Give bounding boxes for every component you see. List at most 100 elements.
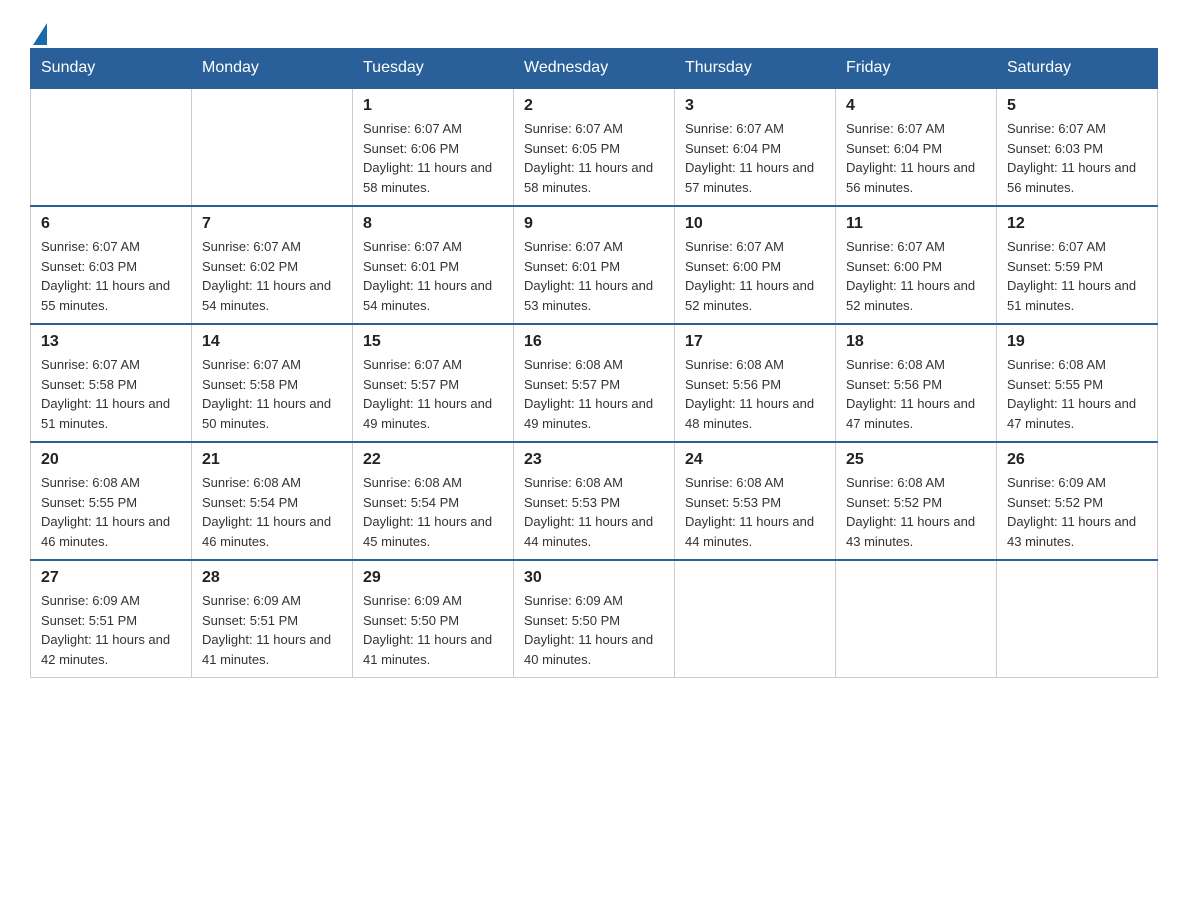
calendar-cell: 7 Sunrise: 6:07 AMSunset: 6:02 PMDaylight… xyxy=(192,206,353,324)
calendar-week-row: 20 Sunrise: 6:08 AMSunset: 5:55 PMDayligh… xyxy=(31,442,1158,560)
calendar-cell: 10 Sunrise: 6:07 AMSunset: 6:00 PMDayligh… xyxy=(675,206,836,324)
day-info: Sunrise: 6:09 AMSunset: 5:51 PMDaylight:… xyxy=(41,591,181,669)
day-number: 3 xyxy=(685,97,825,115)
day-number: 4 xyxy=(846,97,986,115)
day-info: Sunrise: 6:09 AMSunset: 5:52 PMDaylight:… xyxy=(1007,473,1147,551)
day-info: Sunrise: 6:09 AMSunset: 5:50 PMDaylight:… xyxy=(363,591,503,669)
calendar-cell: 18 Sunrise: 6:08 AMSunset: 5:56 PMDayligh… xyxy=(836,324,997,442)
day-number: 22 xyxy=(363,451,503,469)
calendar-cell: 6Sunrise: 6:07 AMSunset: 6:03 PMDaylight… xyxy=(31,206,192,324)
day-number: 21 xyxy=(202,451,342,469)
calendar-cell: 12 Sunrise: 6:07 AMSunset: 5:59 PMDayligh… xyxy=(997,206,1158,324)
calendar-cell: 2 Sunrise: 6:07 AMSunset: 6:05 PMDaylight… xyxy=(514,88,675,206)
day-info: Sunrise: 6:07 AMSunset: 6:02 PMDaylight:… xyxy=(202,237,342,315)
day-number: 30 xyxy=(524,569,664,587)
day-info: Sunrise: 6:08 AMSunset: 5:57 PMDaylight:… xyxy=(524,355,664,433)
day-info: Sunrise: 6:08 AMSunset: 5:56 PMDaylight:… xyxy=(685,355,825,433)
day-number: 20 xyxy=(41,451,181,469)
weekday-header-friday: Friday xyxy=(836,49,997,89)
day-number: 1 xyxy=(363,97,503,115)
calendar-cell xyxy=(997,560,1158,678)
weekday-header-wednesday: Wednesday xyxy=(514,49,675,89)
weekday-header-sunday: Sunday xyxy=(31,49,192,89)
day-number: 25 xyxy=(846,451,986,469)
calendar-cell: 5 Sunrise: 6:07 AMSunset: 6:03 PMDaylight… xyxy=(997,88,1158,206)
day-number: 28 xyxy=(202,569,342,587)
calendar-cell: 19Sunrise: 6:08 AMSunset: 5:55 PMDayligh… xyxy=(997,324,1158,442)
calendar-table: SundayMondayTuesdayWednesdayThursdayFrid… xyxy=(30,48,1158,678)
day-info: Sunrise: 6:08 AMSunset: 5:56 PMDaylight:… xyxy=(846,355,986,433)
day-number: 2 xyxy=(524,97,664,115)
calendar-week-row: 13 Sunrise: 6:07 AMSunset: 5:58 PMDayligh… xyxy=(31,324,1158,442)
calendar-cell: 13 Sunrise: 6:07 AMSunset: 5:58 PMDayligh… xyxy=(31,324,192,442)
day-info: Sunrise: 6:07 AMSunset: 6:05 PMDaylight:… xyxy=(524,119,664,197)
day-info: Sunrise: 6:07 AMSunset: 5:58 PMDaylight:… xyxy=(202,355,342,433)
day-info: Sunrise: 6:08 AMSunset: 5:54 PMDaylight:… xyxy=(202,473,342,551)
calendar-cell: 27 Sunrise: 6:09 AMSunset: 5:51 PMDayligh… xyxy=(31,560,192,678)
calendar-cell: 24 Sunrise: 6:08 AMSunset: 5:53 PMDayligh… xyxy=(675,442,836,560)
calendar-cell: 16 Sunrise: 6:08 AMSunset: 5:57 PMDayligh… xyxy=(514,324,675,442)
day-number: 29 xyxy=(363,569,503,587)
logo xyxy=(30,20,47,38)
day-info: Sunrise: 6:07 AMSunset: 6:01 PMDaylight:… xyxy=(524,237,664,315)
day-info: Sunrise: 6:08 AMSunset: 5:53 PMDaylight:… xyxy=(685,473,825,551)
calendar-cell: 30 Sunrise: 6:09 AMSunset: 5:50 PMDayligh… xyxy=(514,560,675,678)
day-number: 5 xyxy=(1007,97,1147,115)
calendar-cell: 26 Sunrise: 6:09 AMSunset: 5:52 PMDayligh… xyxy=(997,442,1158,560)
day-number: 11 xyxy=(846,215,986,233)
page-header xyxy=(30,20,1158,38)
day-info: Sunrise: 6:08 AMSunset: 5:55 PMDaylight:… xyxy=(1007,355,1147,433)
calendar-cell: 25 Sunrise: 6:08 AMSunset: 5:52 PMDayligh… xyxy=(836,442,997,560)
day-number: 6 xyxy=(41,215,181,233)
calendar-cell: 14Sunrise: 6:07 AMSunset: 5:58 PMDayligh… xyxy=(192,324,353,442)
weekday-header-thursday: Thursday xyxy=(675,49,836,89)
calendar-cell: 15 Sunrise: 6:07 AMSunset: 5:57 PMDayligh… xyxy=(353,324,514,442)
calendar-cell: 11Sunrise: 6:07 AMSunset: 6:00 PMDayligh… xyxy=(836,206,997,324)
day-number: 13 xyxy=(41,333,181,351)
calendar-cell: 8 Sunrise: 6:07 AMSunset: 6:01 PMDaylight… xyxy=(353,206,514,324)
day-info: Sunrise: 6:08 AMSunset: 5:54 PMDaylight:… xyxy=(363,473,503,551)
day-info: Sunrise: 6:07 AMSunset: 5:58 PMDaylight:… xyxy=(41,355,181,433)
calendar-cell: 22 Sunrise: 6:08 AMSunset: 5:54 PMDayligh… xyxy=(353,442,514,560)
calendar-cell: 29 Sunrise: 6:09 AMSunset: 5:50 PMDayligh… xyxy=(353,560,514,678)
weekday-header-tuesday: Tuesday xyxy=(353,49,514,89)
day-info: Sunrise: 6:08 AMSunset: 5:55 PMDaylight:… xyxy=(41,473,181,551)
calendar-cell: 4 Sunrise: 6:07 AMSunset: 6:04 PMDaylight… xyxy=(836,88,997,206)
day-info: Sunrise: 6:07 AMSunset: 6:04 PMDaylight:… xyxy=(685,119,825,197)
calendar-cell: 3 Sunrise: 6:07 AMSunset: 6:04 PMDaylight… xyxy=(675,88,836,206)
calendar-cell: 23Sunrise: 6:08 AMSunset: 5:53 PMDayligh… xyxy=(514,442,675,560)
day-info: Sunrise: 6:07 AMSunset: 5:59 PMDaylight:… xyxy=(1007,237,1147,315)
day-info: Sunrise: 6:07 AMSunset: 5:57 PMDaylight:… xyxy=(363,355,503,433)
day-number: 16 xyxy=(524,333,664,351)
calendar-week-row: 1Sunrise: 6:07 AMSunset: 6:06 PMDaylight… xyxy=(31,88,1158,206)
day-info: Sunrise: 6:09 AMSunset: 5:51 PMDaylight:… xyxy=(202,591,342,669)
day-number: 9 xyxy=(524,215,664,233)
calendar-week-row: 6Sunrise: 6:07 AMSunset: 6:03 PMDaylight… xyxy=(31,206,1158,324)
calendar-week-row: 27 Sunrise: 6:09 AMSunset: 5:51 PMDayligh… xyxy=(31,560,1158,678)
day-number: 18 xyxy=(846,333,986,351)
day-number: 27 xyxy=(41,569,181,587)
day-number: 24 xyxy=(685,451,825,469)
calendar-cell xyxy=(31,88,192,206)
calendar-cell: 17 Sunrise: 6:08 AMSunset: 5:56 PMDayligh… xyxy=(675,324,836,442)
day-info: Sunrise: 6:09 AMSunset: 5:50 PMDaylight:… xyxy=(524,591,664,669)
day-info: Sunrise: 6:07 AMSunset: 6:03 PMDaylight:… xyxy=(1007,119,1147,197)
day-number: 10 xyxy=(685,215,825,233)
calendar-cell xyxy=(192,88,353,206)
day-number: 15 xyxy=(363,333,503,351)
day-number: 7 xyxy=(202,215,342,233)
day-number: 26 xyxy=(1007,451,1147,469)
calendar-cell: 21 Sunrise: 6:08 AMSunset: 5:54 PMDayligh… xyxy=(192,442,353,560)
day-number: 17 xyxy=(685,333,825,351)
day-info: Sunrise: 6:08 AMSunset: 5:52 PMDaylight:… xyxy=(846,473,986,551)
logo-arrow-icon xyxy=(33,23,47,45)
day-info: Sunrise: 6:07 AMSunset: 6:01 PMDaylight:… xyxy=(363,237,503,315)
weekday-header-saturday: Saturday xyxy=(997,49,1158,89)
day-info: Sunrise: 6:07 AMSunset: 6:04 PMDaylight:… xyxy=(846,119,986,197)
calendar-header-row: SundayMondayTuesdayWednesdayThursdayFrid… xyxy=(31,49,1158,89)
day-info: Sunrise: 6:08 AMSunset: 5:53 PMDaylight:… xyxy=(524,473,664,551)
day-number: 12 xyxy=(1007,215,1147,233)
day-number: 8 xyxy=(363,215,503,233)
day-info: Sunrise: 6:07 AMSunset: 6:00 PMDaylight:… xyxy=(685,237,825,315)
calendar-cell xyxy=(675,560,836,678)
